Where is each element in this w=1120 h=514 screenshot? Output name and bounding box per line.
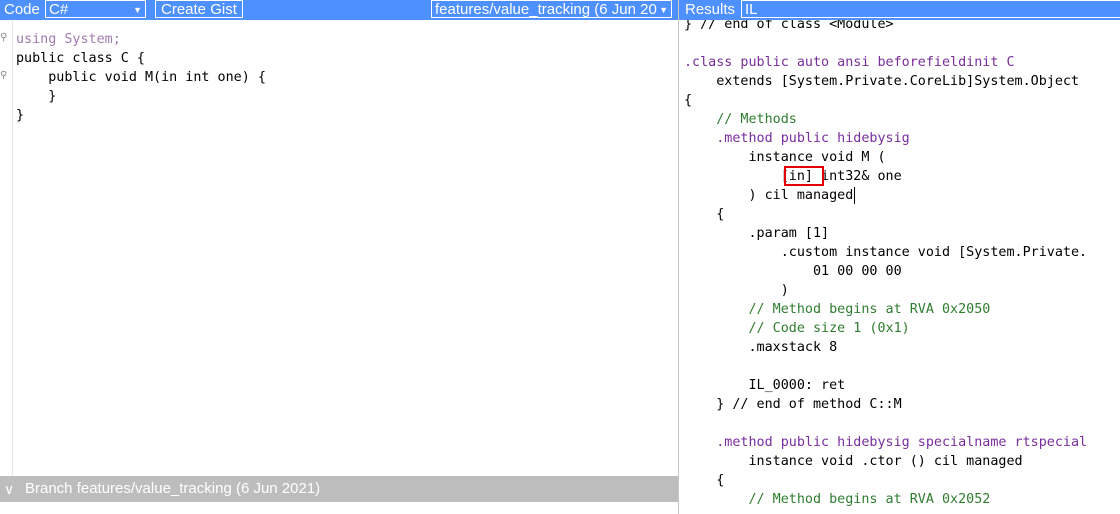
- branch-status-text: Branch features/value_tracking (6 Jun 20…: [25, 480, 321, 497]
- il-line: ): [684, 281, 789, 300]
- branch-select[interactable]: features/value_tracking (6 Jun 202 ▼: [431, 0, 672, 18]
- il-line: } // end of method C::M: [684, 395, 902, 414]
- il-line: IL_0000: ret: [684, 376, 845, 395]
- output-mode-value: IL: [745, 1, 758, 18]
- il-text: .maxstack 8: [684, 340, 838, 355]
- il-text: extends [System.Private.CoreLib]System.O…: [684, 74, 1080, 89]
- il-line: } // end of class <Module>: [684, 20, 894, 34]
- il-text: .custom instance void [System.Private.: [684, 245, 1088, 260]
- il-text: // Code size 1 (0x1): [684, 321, 910, 336]
- il-line: instance void .ctor () cil managed: [684, 452, 1023, 471]
- chevron-down-icon: ∨: [4, 481, 15, 497]
- il-line: {: [684, 91, 692, 110]
- il-text: ): [684, 283, 789, 298]
- il-text: .method public hidebysig: [684, 131, 910, 146]
- results-label: Results: [685, 1, 736, 18]
- il-line: // Code size 1 (0x1): [684, 319, 910, 338]
- il-text: } // end of class <Module>: [684, 20, 894, 32]
- code-text: public class C {: [16, 51, 145, 66]
- il-line: 01 00 00 00: [684, 262, 902, 281]
- il-text: // Methods: [684, 112, 797, 127]
- lightbulb-icon[interactable]: ⚲: [0, 70, 10, 82]
- il-line: ) cil managed: [684, 186, 856, 205]
- editor-line-5: }: [16, 106, 24, 125]
- il-line: .custom instance void [System.Private.: [684, 243, 1087, 262]
- toolbar: Code C# ▼ Create Gist features/value_tra…: [0, 0, 1120, 20]
- il-text: ) cil managed: [684, 188, 854, 203]
- il-text: {: [684, 473, 725, 488]
- code-text: public void M(in int one) {: [16, 70, 266, 85]
- il-line: // Method begins at RVA 0x2050: [684, 300, 990, 319]
- il-text: 01 00 00 00: [684, 264, 902, 279]
- il-text: instance void M (: [684, 150, 886, 165]
- language-value: C#: [49, 1, 69, 18]
- code-text: using System;: [16, 32, 121, 47]
- il-line: .method public hidebysig specialname rts…: [684, 433, 1087, 452]
- chevron-down-icon: ▼: [657, 1, 668, 17]
- il-line: // Method begins at RVA 0x2052: [684, 490, 990, 509]
- create-gist-button[interactable]: Create Gist: [155, 0, 243, 18]
- lightbulb-icon[interactable]: ⚲: [0, 32, 10, 44]
- il-line: // Methods: [684, 110, 797, 129]
- il-text: .param [1]: [684, 226, 830, 241]
- il-text: .method public hidebysig specialname rts…: [684, 435, 1088, 450]
- editor-gutter: ⚲ ⚲: [0, 20, 13, 476]
- output-mode-select[interactable]: IL: [741, 0, 1120, 18]
- il-line: {: [684, 471, 724, 490]
- il-output: } // end of class <Module> .class public…: [679, 20, 1120, 514]
- code-text: }: [16, 89, 57, 104]
- editor-line-1: using System;: [16, 30, 121, 49]
- editor-line-2: public class C {: [16, 49, 145, 68]
- branch-value: features/value_tracking (6 Jun 202: [435, 1, 666, 18]
- code-editor[interactable]: [0, 20, 678, 476]
- text-cursor: [854, 186, 856, 204]
- in-modifier-highlight: [784, 166, 824, 186]
- il-text: } // end of method C::M: [684, 397, 902, 412]
- chevron-down-icon: ▼: [133, 5, 142, 15]
- il-text: {: [684, 207, 725, 222]
- il-text: IL_0000: ret: [684, 378, 846, 393]
- code-text: }: [16, 108, 25, 123]
- il-line: .maxstack 8: [684, 338, 837, 357]
- editor-line-4: }: [16, 87, 56, 106]
- editor-line-3: public void M(in int one) {: [16, 68, 266, 87]
- il-text: {: [684, 93, 693, 108]
- il-line: extends [System.Private.CoreLib]System.O…: [684, 72, 1079, 91]
- il-line: .class public auto ansi beforefieldinit …: [684, 53, 1015, 72]
- il-line: instance void M (: [684, 148, 886, 167]
- il-text: .class public auto ansi beforefieldinit …: [684, 55, 1015, 70]
- il-text: instance void .ctor () cil managed: [684, 454, 1023, 469]
- code-label: Code: [4, 1, 40, 18]
- il-text: // Method begins at RVA 0x2050: [684, 302, 991, 317]
- language-select[interactable]: C# ▼: [45, 0, 146, 18]
- il-line: .method public hidebysig: [684, 129, 910, 148]
- il-line: .param [1]: [684, 224, 829, 243]
- il-line: {: [684, 205, 724, 224]
- il-text: // Method begins at RVA 0x2052: [684, 492, 991, 507]
- branch-statusbar[interactable]: ∨ Branch features/value_tracking (6 Jun …: [0, 476, 678, 502]
